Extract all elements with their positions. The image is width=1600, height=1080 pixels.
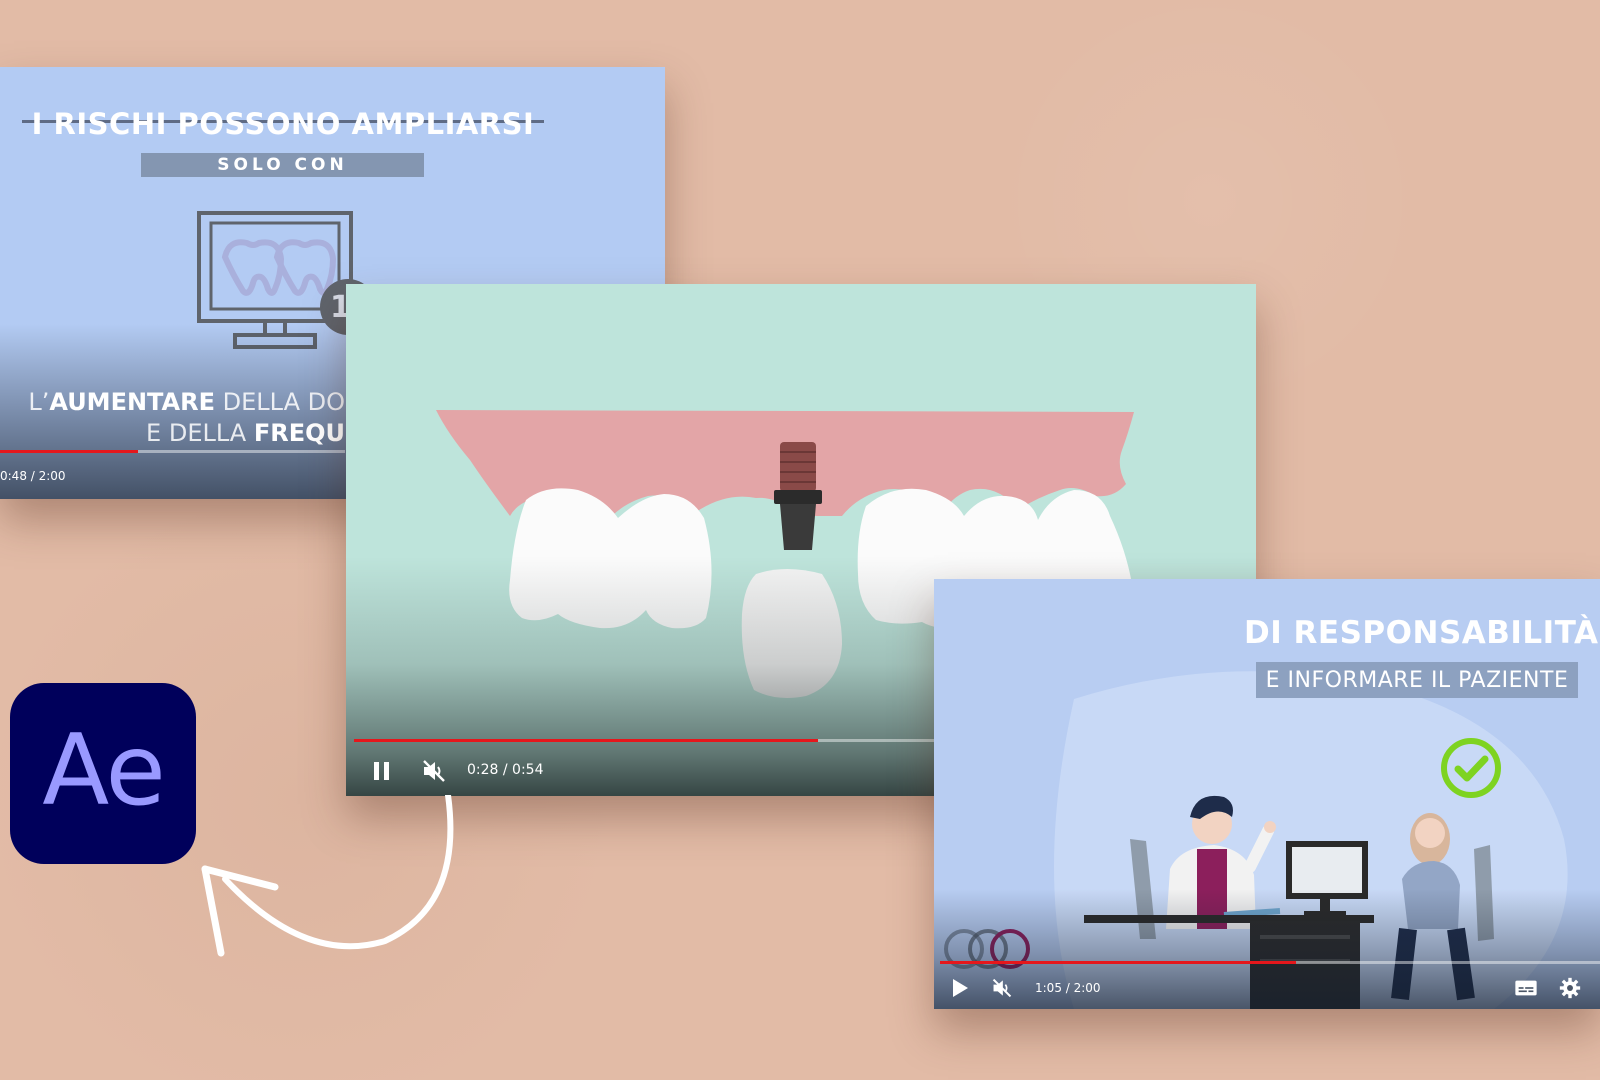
after-effects-logo: Ae — [10, 683, 196, 864]
caption-line-2: E DELLA FREQU — [146, 419, 345, 447]
progress-bar[interactable] — [0, 450, 345, 453]
progress-played — [0, 450, 138, 453]
subtitles-button[interactable] — [1510, 972, 1542, 1004]
settings-button[interactable] — [1554, 972, 1586, 1004]
video-subtitle: SOLO CON — [141, 153, 424, 177]
time-display: 0:28 / 0:54 — [467, 762, 544, 778]
pause-button[interactable] — [362, 751, 402, 791]
video-title: I RISCHI POSSONO AMPLIARSI — [31, 107, 535, 141]
mute-button[interactable] — [414, 751, 454, 791]
pause-icon — [374, 762, 389, 780]
volume-muted-icon — [992, 978, 1012, 998]
progress-played — [354, 739, 818, 742]
caption-line-1: L’AUMENTARE DELLA DO — [28, 388, 345, 416]
right-video-player[interactable]: DI RESPONSABILITÀ E INFORMARE IL PAZIENT… — [934, 579, 1600, 1009]
play-icon — [953, 979, 968, 997]
curved-arrow-icon — [201, 795, 454, 957]
doctor-patient-illustration — [944, 795, 1494, 1009]
progress-played — [940, 961, 1297, 964]
time-display: 1:05 / 2:00 — [1035, 981, 1101, 995]
progress-bar[interactable] — [940, 961, 1600, 964]
subtitles-icon — [1515, 980, 1537, 996]
time-display: 0:48 / 2:00 — [0, 469, 66, 483]
gear-icon — [1559, 977, 1581, 999]
play-button[interactable] — [944, 972, 976, 1004]
after-effects-logo-text: Ae — [42, 713, 166, 828]
mute-button[interactable] — [986, 972, 1018, 1004]
volume-muted-icon — [423, 760, 445, 782]
